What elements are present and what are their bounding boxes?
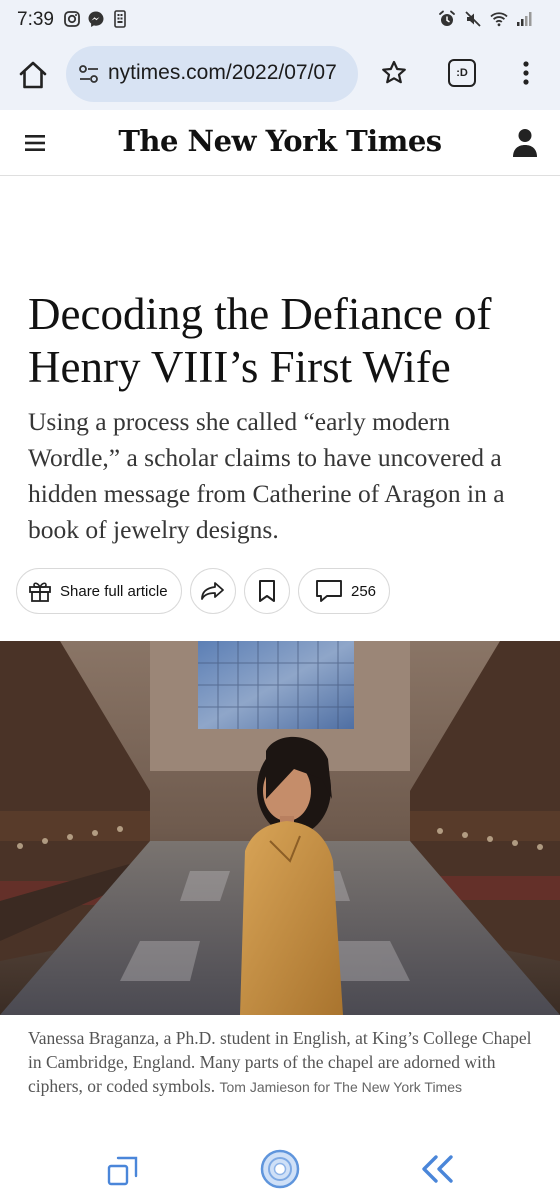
article-summary: Using a process she called “early modern… (28, 407, 505, 544)
photo-caption: Vanessa Braganza, a Ph.D. student in Eng… (28, 1026, 533, 1099)
alarm-icon (439, 10, 455, 26)
account-icon[interactable] (512, 127, 538, 159)
article-headline: Decoding the Defiance of Henry VIII’s Fi… (28, 289, 492, 392)
instagram-icon (64, 11, 80, 27)
gift-icon (29, 582, 51, 602)
tab-switcher-button[interactable]: :D (448, 59, 476, 87)
status-bar: 7:39 (0, 0, 560, 42)
comments-button[interactable]: 256 (298, 568, 390, 614)
comment-count: 256 (351, 582, 377, 600)
more-options-icon[interactable] (516, 58, 536, 88)
url-text: nytimes.com/2022/07/07 (108, 61, 337, 84)
signal-icon (517, 12, 532, 26)
share-full-article-button[interactable]: Share full article (16, 568, 182, 614)
assistant-orb-icon[interactable] (259, 1148, 301, 1190)
double-chevron-back-icon[interactable] (418, 1154, 458, 1184)
messenger-icon (88, 11, 104, 27)
save-article-button[interactable] (244, 568, 290, 614)
share-arrow-icon (201, 582, 224, 600)
address-bar[interactable]: nytimes.com/2022/07/07 (66, 46, 358, 102)
nyt-logo[interactable]: The New York Times (0, 124, 560, 158)
phone-app-icon (114, 10, 126, 28)
share-button[interactable] (190, 568, 236, 614)
wifi-icon (490, 12, 508, 27)
bookmark-star-icon[interactable] (380, 59, 408, 87)
bookmark-icon (259, 580, 275, 602)
site-settings-icon[interactable] (78, 64, 100, 84)
article-lead-photo (0, 641, 560, 1015)
photo-credit: Tom Jamieson for The New York Times (219, 1079, 463, 1095)
tabs-overview-icon[interactable] (106, 1154, 140, 1188)
mute-icon (465, 11, 481, 27)
site-header: The New York Times (0, 110, 560, 176)
status-right-icons (438, 10, 534, 28)
status-time: 7:39 (17, 9, 54, 30)
share-label: Share full article (60, 582, 168, 600)
comment-icon (316, 580, 342, 602)
status-left-icons (63, 10, 129, 28)
browser-toolbar: nytimes.com/2022/07/07 :D (0, 42, 560, 110)
home-icon[interactable] (16, 58, 50, 92)
bottom-toolbar (0, 1138, 560, 1200)
